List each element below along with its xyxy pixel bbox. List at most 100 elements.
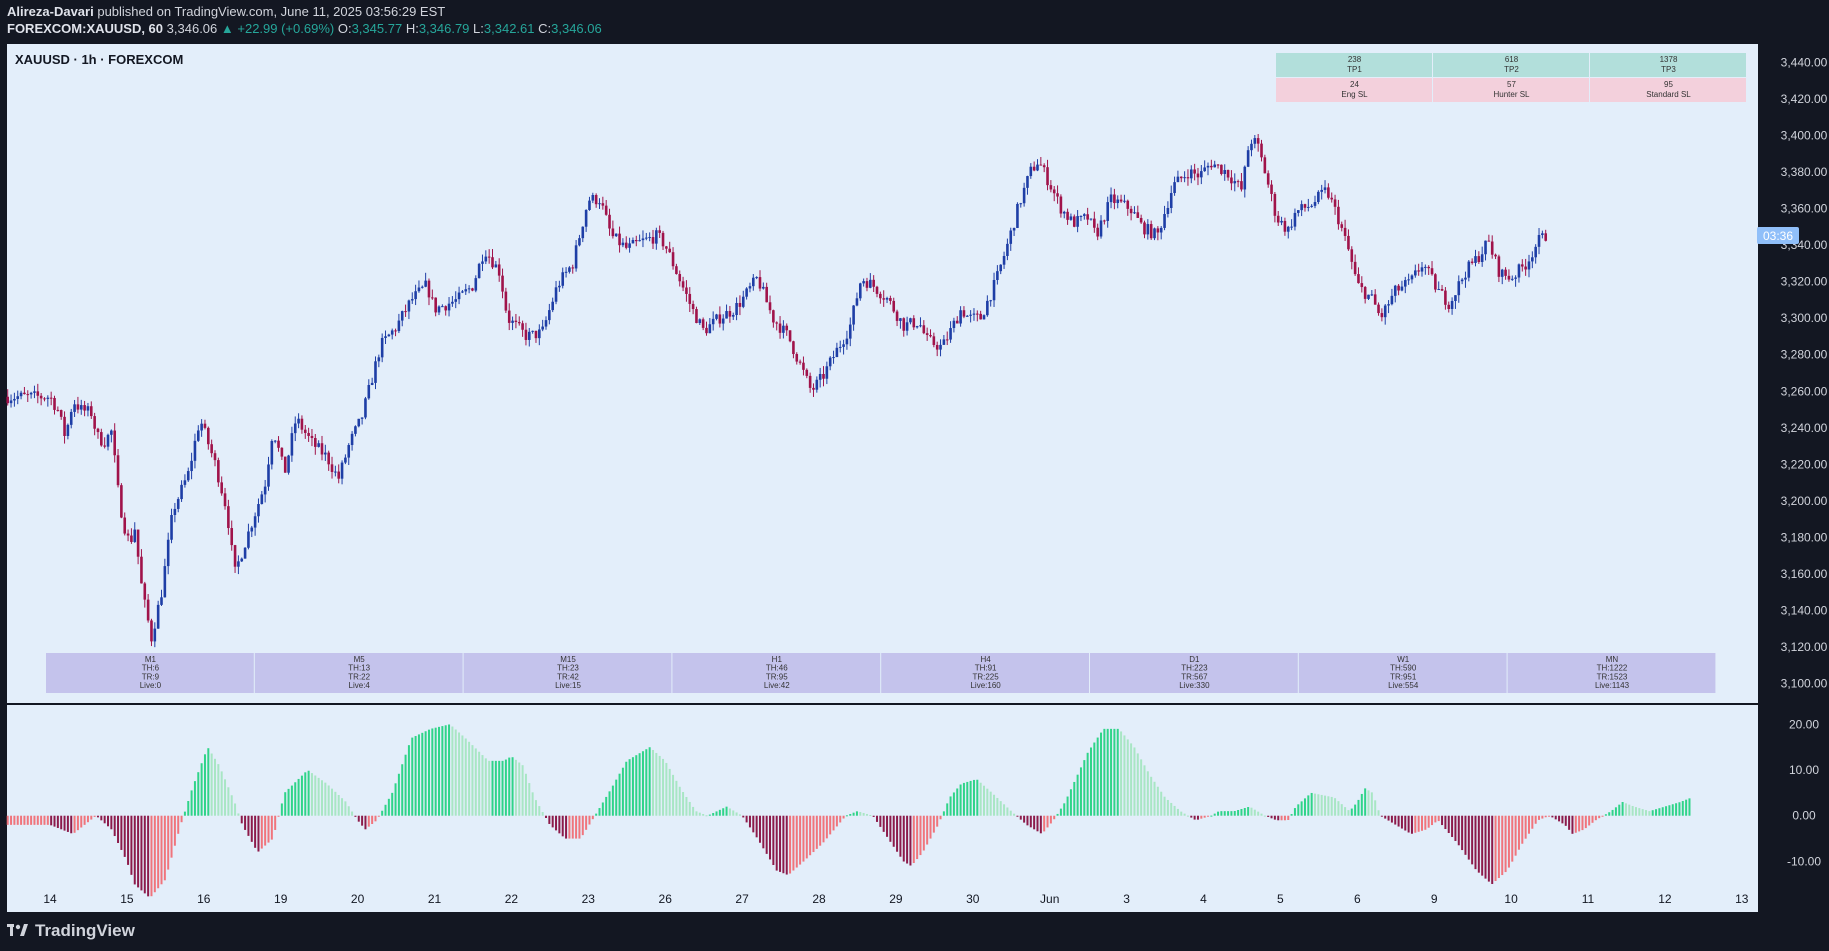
timeframe-name: MN [1606,655,1619,664]
time-tick-label: 21 [428,892,442,906]
oscillator-bar [518,762,521,816]
oscillator-bar [1273,815,1276,820]
time-tick-label: 27 [735,892,749,906]
time-tick-label: 23 [582,892,596,906]
oscillator-bar [1384,815,1387,819]
oscillator-bar [745,815,748,823]
oscillator-bar [320,780,323,816]
oscillator-bar [966,781,969,816]
oscillator-bar [1324,795,1327,816]
oscillator-axis[interactable]: -10.00 0.00 10.00 20.00 [1787,717,1821,868]
oscillator-bar [227,787,230,816]
oscillator-bar [1548,815,1551,817]
oscillator-bar [912,815,915,864]
candle [1220,164,1223,176]
tp-cell: 618TP2 [1433,53,1589,77]
oscillator-bar [448,724,451,816]
oscillator-bar [675,780,678,816]
oscillator-bar [1103,728,1106,816]
last-price-badge-text: 03:36 [1763,229,1793,243]
sl-label: Hunter SL [1493,90,1530,99]
oscillator-bar [1544,815,1547,818]
oscillator-bar [1193,815,1196,820]
tp-value: 238 [1348,55,1362,64]
oscillator-bar [66,815,69,832]
oscillator-bar [1026,815,1029,826]
oscillator-bar [1424,815,1427,830]
oscillator-bar [1414,815,1417,833]
oscillator-tick-label: 20.00 [1789,717,1819,731]
time-tick-label: 15 [120,892,134,906]
oscillator-bar [1484,815,1487,879]
oscillator-bar [1675,803,1678,816]
oscillator-bar [387,798,390,816]
oscillator-bar [1457,815,1460,846]
price-axis[interactable]: 3,100.00 3,120.00 3,140.00 3,160.00 3,180.00… [1781,55,1828,690]
price-tick-label: 3,180.00 [1781,531,1828,545]
oscillator-bar [1538,815,1541,820]
oscillator-bar [1651,810,1654,816]
oscillator-bar [73,815,76,833]
tp-cell: 1378TP3 [1590,53,1746,77]
oscillator-bar [702,813,705,816]
oscillator-bar [1638,808,1641,816]
oscillator-bar [484,758,487,816]
oscillator-bar [498,760,501,816]
timeframe-cell: H1TH:46TR:95Live:42 [672,653,881,693]
oscillator-bar [1628,804,1631,816]
oscillator-bar [23,815,26,825]
oscillator-bar [36,815,39,825]
oscillator-bar [257,815,260,852]
candle [477,262,481,279]
oscillator-bar [1681,801,1684,816]
candle [283,456,287,473]
sl-cell: 57Hunter SL [1433,78,1589,102]
candle [858,282,862,301]
oscillator-bar [906,815,909,864]
oscillator-bar [488,760,491,816]
oscillator-bar [1033,815,1036,830]
oscillator-bar [80,815,83,828]
oscillator-bar [638,753,641,816]
oscillator-bar [665,762,668,816]
oscillator-bar [1397,815,1400,827]
oscillator-bar [250,815,253,842]
oscillator-bar [591,815,594,820]
tp-label: TP2 [1504,65,1519,74]
oscillator-bar [1243,808,1246,816]
oscillator-bar [344,801,347,816]
oscillator-bar [625,761,628,816]
oscillator-bar [946,803,949,816]
oscillator-bar [384,804,387,816]
oscillator-bar [438,726,441,816]
oscillator-bar [16,815,19,825]
oscillator-bar [715,811,718,816]
timeframe-name: M5 [354,655,366,664]
oscillator-bar [157,815,160,889]
oscillator-bar [819,815,822,846]
oscillator-bar [972,779,975,816]
oscillator-bar [96,815,99,818]
price-chart[interactable]: 3,100.00 3,120.00 3,140.00 3,160.00 3,180.00… [0,0,1829,912]
oscillator-bar [354,815,357,817]
oscillator-bar [137,815,140,888]
oscillator-bar [678,786,681,816]
oscillator-bar [775,815,778,871]
oscillator-bar [952,792,955,816]
oscillator-bar [274,815,277,830]
oscillator-bar [83,815,86,825]
oscillator-bar [153,815,156,893]
tradingview-brand[interactable]: TradingView [7,921,135,941]
oscillator-bar [692,806,695,816]
oscillator-bar [70,815,73,834]
oscillator-bar [1049,815,1052,824]
oscillator-bar [1196,815,1199,820]
oscillator-bar [1126,739,1129,816]
oscillator-bar [1106,728,1109,816]
oscillator-bar [1621,802,1624,816]
oscillator-bar [1571,815,1574,834]
oscillator-bar [672,774,675,816]
oscillator-bar [534,800,537,816]
time-tick-label: Jun [1040,892,1059,906]
oscillator-bar [494,760,497,816]
